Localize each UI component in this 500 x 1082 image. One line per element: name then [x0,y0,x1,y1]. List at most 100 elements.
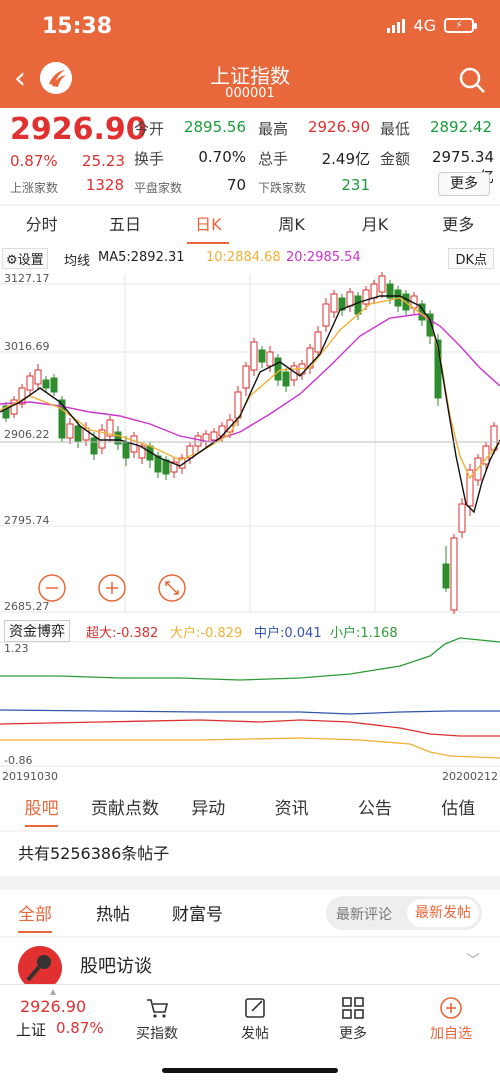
y-tick-label: 3127.17 [4,272,50,285]
fund-small-line [0,637,500,681]
plus-circle-icon [440,997,462,1019]
high-label: 最高 [258,120,289,138]
tab-guba[interactable]: 股吧 [0,790,83,830]
fund-medium-value: 中户:0.041 [254,626,322,641]
current-price: 2926.90 [10,112,147,147]
post-label: 发帖 [241,1026,269,1042]
signal-icon [387,18,406,33]
battery-icon: ⚡ [444,18,477,33]
y-tick-label: 2906.22 [4,428,50,441]
down-count: 231 [341,176,370,194]
fund-y-tick: 1.23 [4,642,29,655]
candle [50,374,58,396]
caret-up-icon: ▲ [50,987,57,996]
candle [114,426,122,450]
change-pct: 0.87% [10,152,58,170]
fullscreen-icon[interactable] [158,574,186,602]
amount-label: 金额 [380,150,411,168]
status-indicators: 4G ⚡ [387,16,477,35]
tab-more[interactable]: 更多 [417,206,500,246]
chart-period-tabs: 分时 五日 日K 周K 月K 更多 [0,206,500,246]
tab-movement[interactable]: 异动 [167,790,250,830]
tab-announcement[interactable]: 公告 [333,790,416,830]
candle [330,290,338,318]
change-value: 25.23 [82,152,125,170]
volume-label: 总手 [258,150,289,168]
post-filter-bar: 全部 热帖 财富号 最新评论 最新发帖 [0,890,500,936]
post-count: 共有5256386条帖子 [0,832,500,876]
add-watchlist-label: 加自选 [430,1026,472,1042]
bottom-index-name: 上证 [16,1021,47,1039]
candle [458,498,466,538]
sort-toggle: 最新评论 最新发帖 [326,896,482,930]
list-item[interactable]: 股吧访谈 ﹀ [0,938,500,990]
tab-news[interactable]: 资讯 [250,790,333,830]
date-end-label: 20200212 [442,770,498,783]
candle [378,272,386,298]
kline-grid [0,274,500,613]
candle [338,294,346,316]
filter-all[interactable]: 全部 [18,900,52,933]
candle [450,534,458,614]
info-tabs: 股吧 贡献点数 异动 资讯 公告 估值 [0,790,500,830]
tab-five-day[interactable]: 五日 [83,206,166,246]
tab-intraday[interactable]: 分时 [0,206,83,246]
bottom-price: 2926.90 [20,997,87,1016]
volume-value: 2.49亿 [321,150,370,168]
status-time: 15:38 [42,14,113,39]
candle [250,338,258,376]
sort-latest-comment[interactable]: 最新评论 [336,904,392,924]
more-button[interactable]: 更多 [438,172,490,196]
kline-svg[interactable]: 3127.17 3016.69 2906.22 2795.74 2685.27 [0,246,500,790]
down-count-label: 下跌家数 [258,181,307,195]
fund-flow-button[interactable]: 资金博弈 [4,620,70,642]
fund-large-value: 大户:-0.829 [170,626,243,641]
more-menu-button[interactable]: 更多 [318,995,388,1043]
candle [442,546,450,592]
candle [42,376,50,392]
buy-index-label: 买指数 [136,1026,178,1042]
fund-y-tick: -0.86 [4,754,32,767]
open-value: 2895.56 [183,118,246,136]
candle [10,396,18,418]
candle [346,288,354,312]
candle [298,360,306,380]
grid-icon [342,997,364,1019]
kline-chart-panel: ⚙设置 均线 MA5:2892.31 10:2884.68 20:2985.54… [0,246,500,790]
network-type: 4G [413,16,436,35]
zoom-in-icon[interactable] [98,574,126,602]
date-start-label: 20191030 [2,770,58,783]
tab-valuation[interactable]: 估值 [417,790,500,830]
candle [258,346,266,368]
fund-small-value: 小户:1.168 [330,626,398,641]
search-icon[interactable] [458,66,486,94]
low-value: 2892.42 [429,118,492,136]
post-button[interactable]: 发帖 [220,995,290,1043]
y-tick-label: 2795.74 [4,514,50,527]
tab-monthly-k[interactable]: 月K [333,206,416,246]
turnover-value: 0.70% [198,148,246,166]
flat-count: 70 [226,176,246,194]
cart-icon [147,999,169,1018]
sort-latest-post[interactable]: 最新发帖 [407,899,479,927]
add-watchlist-button[interactable]: 加自选 [416,995,486,1043]
filter-wealth[interactable]: 财富号 [172,900,223,925]
chevron-down-icon[interactable]: ﹀ [466,950,480,970]
post-title: 股吧访谈 [80,956,152,977]
tab-weekly-k[interactable]: 周K [250,206,333,246]
flat-count-label: 平盘家数 [134,181,183,195]
up-count-label: 上涨家数 [10,181,59,195]
candle [282,368,290,392]
candle [34,364,42,390]
tab-contribution[interactable]: 贡献点数 [83,790,166,830]
buy-index-button[interactable]: 买指数 [122,995,192,1043]
filter-hot[interactable]: 热帖 [96,900,130,925]
zoom-out-icon[interactable] [38,574,66,602]
fund-super-value: 超大:-0.382 [86,626,159,641]
candle [18,384,26,408]
high-value: 2926.90 [307,118,370,136]
open-label: 今开 [134,120,165,138]
top-bar: 15:38 4G ⚡ ‹ 上证指数 000001 [0,0,500,108]
candle [106,416,114,442]
tab-daily-k[interactable]: 日K [167,206,250,246]
